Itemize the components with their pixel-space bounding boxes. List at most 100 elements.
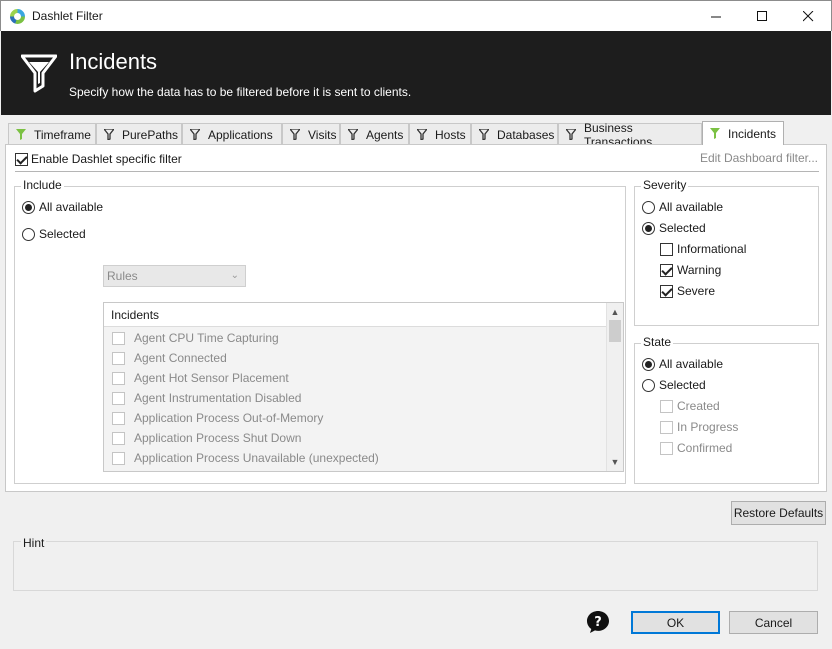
list-item[interactable]: Application Process Unavailable (unexpec… <box>112 448 379 468</box>
ok-button[interactable]: OK <box>631 611 720 634</box>
funnel-icon <box>21 54 57 93</box>
tab-label: Databases <box>497 127 555 142</box>
tab-bar: Timeframe PurePaths Applications Visits … <box>8 121 824 149</box>
list-item[interactable]: Agent Connected <box>112 348 227 368</box>
tab-label: PurePaths <box>122 127 179 142</box>
checkbox-label: Created <box>677 399 720 413</box>
tab-timeframe[interactable]: Timeframe <box>8 123 96 145</box>
svg-text:?: ? <box>594 615 602 630</box>
edit-dashboard-filter-link[interactable]: Edit Dashboard filter... <box>700 151 818 165</box>
severity-all-available-radio[interactable]: All available <box>642 200 723 214</box>
radio-circle[interactable] <box>642 357 655 371</box>
include-all-available-radio[interactable]: All available <box>22 200 103 214</box>
chevron-up-icon[interactable]: ▲ <box>607 304 623 320</box>
incidents-listbox[interactable]: Incidents Agent CPU Time Capturing Agent… <box>103 302 624 472</box>
tab-label: Timeframe <box>34 127 91 142</box>
close-icon <box>802 10 813 21</box>
radio-circle[interactable] <box>22 200 35 214</box>
list-item-checkbox[interactable] <box>112 431 125 445</box>
checkbox-label: Informational <box>677 242 747 256</box>
radio-label: Selected <box>659 378 706 392</box>
title-bar: Dashlet Filter <box>0 0 832 31</box>
radio-circle[interactable] <box>642 378 655 392</box>
incidents-tab-panel: Enable Dashlet specific filter Edit Dash… <box>5 144 827 492</box>
state-created-checkbox[interactable]: Created <box>660 399 720 413</box>
maximize-button[interactable] <box>739 1 785 31</box>
list-item[interactable]: Application Process Out-of-Memory <box>112 408 323 428</box>
severity-selected-radio[interactable]: Selected <box>642 221 706 235</box>
radio-label: Selected <box>39 227 86 241</box>
list-item-label: Application Process Out-of-Memory <box>134 411 324 425</box>
tab-label: Incidents <box>728 126 777 141</box>
checkbox-box[interactable] <box>15 152 28 166</box>
tab-business-transactions[interactable]: Business Transactions <box>558 121 702 149</box>
checkbox-box[interactable] <box>660 420 673 434</box>
help-icon[interactable]: ? <box>586 610 610 634</box>
list-item-checkbox[interactable] <box>112 371 125 385</box>
restore-defaults-button[interactable]: Restore Defaults <box>731 501 826 525</box>
chevron-down-icon[interactable]: ▼ <box>607 454 623 470</box>
hint-label: Hint <box>21 536 47 550</box>
checkbox-box[interactable] <box>660 242 673 256</box>
tab-databases[interactable]: Databases <box>471 123 558 145</box>
list-item[interactable]: Agent Hot Sensor Placement <box>112 368 289 388</box>
include-group-label: Include <box>21 178 64 192</box>
severity-warning-checkbox[interactable]: Warning <box>660 263 721 277</box>
filter-icon <box>104 129 114 140</box>
filter-icon <box>190 129 200 140</box>
list-item-checkbox[interactable] <box>112 451 125 465</box>
list-item-checkbox[interactable] <box>112 411 125 425</box>
list-item-label: Application Process Unavailable (unexpec… <box>134 451 379 465</box>
radio-circle[interactable] <box>642 200 655 214</box>
severity-informational-checkbox[interactable]: Informational <box>660 242 746 256</box>
radio-circle[interactable] <box>22 227 35 241</box>
tab-hosts[interactable]: Hosts <box>409 123 471 145</box>
tab-label: Visits <box>308 127 337 142</box>
checkbox-label: In Progress <box>677 420 739 434</box>
list-item-label: Agent CPU Time Capturing <box>134 331 279 345</box>
enable-filter-checkbox[interactable]: Enable Dashlet specific filter <box>15 152 182 166</box>
state-all-available-radio[interactable]: All available <box>642 357 723 371</box>
page-subtitle: Specify how the data has to be filtered … <box>69 85 412 99</box>
radio-circle[interactable] <box>642 221 655 235</box>
tab-visits[interactable]: Visits <box>282 123 340 145</box>
scroll-thumb[interactable] <box>609 320 621 342</box>
checkbox-box[interactable] <box>660 263 673 277</box>
checkbox-box[interactable] <box>660 441 673 455</box>
state-group-label: State <box>641 335 674 349</box>
close-button[interactable] <box>785 1 831 31</box>
list-item[interactable]: Application Process Shut Down <box>112 428 301 448</box>
tab-incidents[interactable]: Incidents <box>702 121 784 145</box>
include-group: Include All available Selected Rules ⌄ I… <box>14 178 626 484</box>
cancel-button[interactable]: Cancel <box>729 611 818 634</box>
divider <box>15 171 819 172</box>
incidents-list-header: Incidents <box>104 303 606 327</box>
filter-icon <box>16 129 26 140</box>
minimize-button[interactable] <box>693 1 739 31</box>
radio-label: All available <box>39 200 104 214</box>
filter-icon <box>417 129 427 140</box>
maximize-icon <box>756 10 767 21</box>
tab-purepaths[interactable]: PurePaths <box>96 123 182 145</box>
list-scrollbar[interactable]: ▲ ▼ <box>606 303 623 471</box>
rules-dropdown[interactable]: Rules ⌄ <box>103 265 246 287</box>
list-item[interactable]: Agent CPU Time Capturing <box>112 328 279 348</box>
header-banner: Incidents Specify how the data has to be… <box>1 31 831 115</box>
state-confirmed-checkbox[interactable]: Confirmed <box>660 441 732 455</box>
include-selected-radio[interactable]: Selected <box>22 227 86 241</box>
list-item-checkbox[interactable] <box>112 351 125 365</box>
tab-agents[interactable]: Agents <box>340 123 409 145</box>
page-title: Incidents <box>69 49 158 74</box>
severity-severe-checkbox[interactable]: Severe <box>660 284 715 298</box>
chevron-down-icon: ⌄ <box>230 270 239 281</box>
list-item[interactable]: Agent Instrumentation Disabled <box>112 388 301 408</box>
checkbox-box[interactable] <box>660 399 673 413</box>
list-item-checkbox[interactable] <box>112 391 125 405</box>
state-selected-radio[interactable]: Selected <box>642 378 706 392</box>
tab-applications[interactable]: Applications <box>182 123 282 145</box>
checkbox-box[interactable] <box>660 284 673 298</box>
state-in-progress-checkbox[interactable]: In Progress <box>660 420 738 434</box>
list-item-label: Agent Connected <box>134 351 227 365</box>
list-item-checkbox[interactable] <box>112 331 125 345</box>
radio-label: All available <box>659 200 724 214</box>
